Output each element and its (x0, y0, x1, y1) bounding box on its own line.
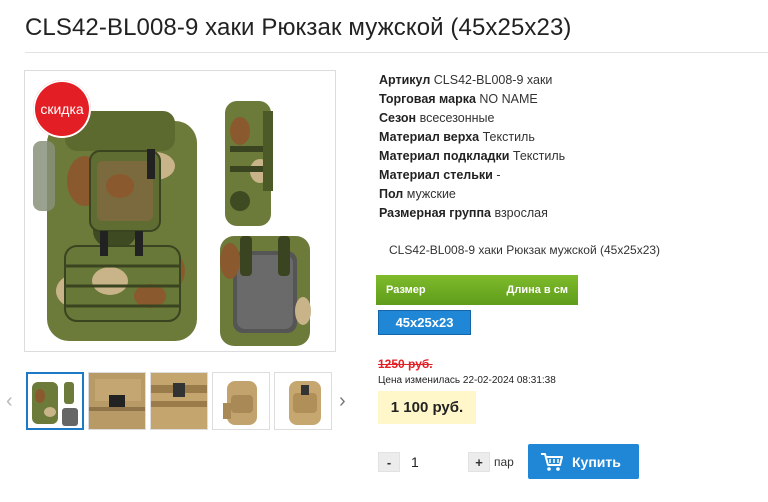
sale-badge: скидка (33, 80, 91, 138)
main-product-image[interactable]: скидка (24, 70, 336, 352)
page-title: CLS42-BL008-9 хаки Рюкзак мужской (45х25… (25, 14, 572, 41)
spec-row-gender: Пол мужские (379, 187, 456, 201)
old-price: 1250 руб. (378, 357, 433, 371)
spec-row-size-group: Размерная группа взрослая (379, 206, 548, 220)
cart-icon (541, 452, 563, 471)
thumbnail-5[interactable] (274, 372, 332, 430)
thumbnail-2[interactable] (88, 372, 146, 430)
thumbnail-strip: ‹ › (6, 370, 356, 432)
current-price: 1 100 руб. (378, 391, 476, 424)
chevron-left-icon[interactable]: ‹ (6, 390, 13, 413)
spec-row-brand: Торговая марка NO NAME (379, 92, 538, 106)
spec-row-article: Артикул CLS42-BL008-9 хаки (379, 73, 553, 87)
quantity-decrease-button[interactable]: - (378, 452, 400, 472)
title-divider (25, 52, 768, 53)
product-description: CLS42-BL008-9 хаки Рюкзак мужской (45х25… (389, 243, 661, 257)
size-header-unit: Длина в см (506, 284, 568, 296)
buy-button[interactable]: Купить (528, 444, 639, 479)
spec-row-season: Сезон всесезонные (379, 111, 495, 125)
size-option-button[interactable]: 45x25x23 (378, 310, 471, 335)
quantity-unit: пар (494, 455, 514, 469)
price-change-note: Цена изменилась 22-02-2024 08:31:38 (378, 375, 556, 386)
spec-row-upper-material: Материал верха Текстиль (379, 130, 535, 144)
size-header: Размер Длина в см (376, 275, 578, 305)
size-header-label: Размер (386, 284, 426, 296)
thumbnail-4[interactable] (212, 372, 270, 430)
chevron-right-icon[interactable]: › (339, 390, 346, 413)
quantity-increase-button[interactable]: + (468, 452, 490, 472)
spec-row-insole-material: Материал стельки - (379, 168, 501, 182)
thumbnail-3[interactable] (150, 372, 208, 430)
thumbnail-1[interactable] (26, 372, 84, 430)
quantity-input[interactable] (411, 452, 455, 472)
buy-button-label: Купить (572, 453, 621, 470)
spec-row-lining-material: Материал подкладки Текстиль (379, 149, 566, 163)
product-specs: Артикул CLS42-BL008-9 хаки Торговая марк… (379, 71, 565, 223)
